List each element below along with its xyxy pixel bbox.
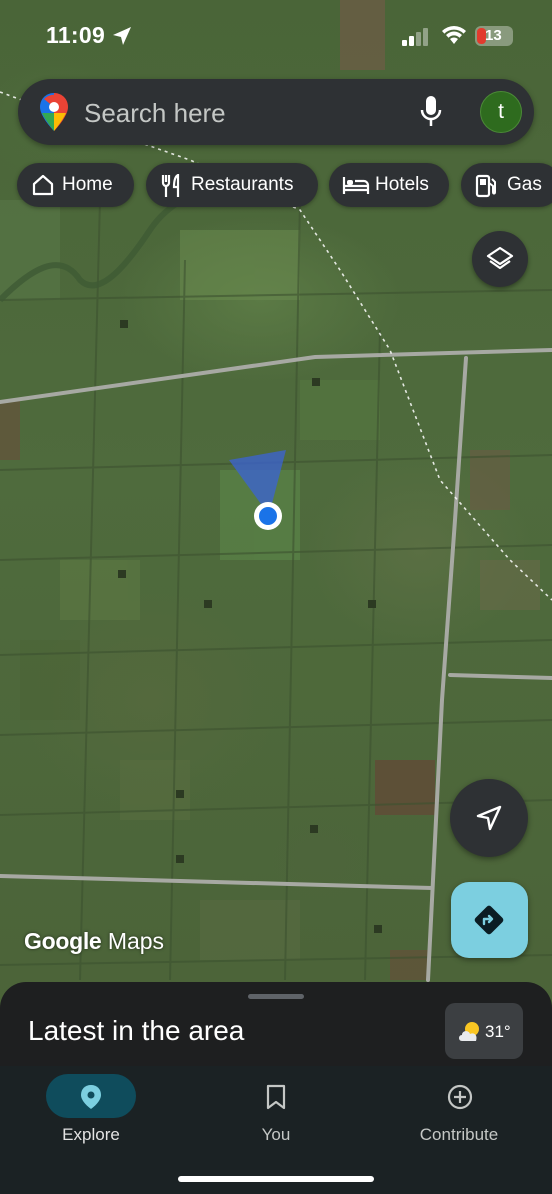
partly-cloudy-icon [459,1022,479,1041]
microphone-icon[interactable] [420,96,442,128]
status-bar: 11:09 13 [0,0,552,72]
google-maps-logo-icon [40,93,68,131]
directions-icon [474,905,504,935]
sheet-title: Latest in the area [28,1015,245,1046]
chip-home-label: Home [62,174,113,195]
navigation-arrow-icon [476,805,502,831]
home-icon [32,174,54,196]
search-input[interactable]: Search here [84,98,226,129]
add-circle-icon [447,1084,473,1110]
layers-button[interactable] [472,231,528,287]
fuel-pump-icon [475,174,496,198]
my-location-button[interactable] [450,779,528,857]
search-bar[interactable]: Search here t [18,79,534,145]
signal-icon [402,28,428,46]
nav-contribute-label: Contribute [419,1125,499,1144]
watermark-product: Maps [107,928,165,954]
fork-knife-icon [161,174,180,197]
location-arrow-icon [113,27,131,45]
nav-contribute[interactable]: Contribute [369,1066,549,1156]
bookmark-icon [266,1084,286,1110]
directions-button[interactable] [451,882,528,958]
battery-icon: 13 [475,26,513,46]
bottom-sheet[interactable]: Latest in the area 31° [0,982,552,1072]
bed-icon [342,177,370,194]
home-indicator[interactable] [178,1176,374,1182]
status-time: 11:09 [46,22,106,48]
weather-badge[interactable]: 31° [445,1003,523,1059]
nav-you[interactable]: You [186,1066,366,1156]
battery-level: 13 [485,27,502,44]
weather-temperature: 31° [485,1022,511,1041]
chip-restaurants[interactable]: Restaurants [146,163,318,207]
chip-home[interactable]: Home [17,163,134,207]
layers-icon [486,246,514,270]
nav-explore[interactable]: Explore [1,1066,181,1156]
wifi-icon [442,26,466,44]
pin-icon [81,1085,101,1109]
chip-gas-label: Gas [507,174,542,195]
bottom-navigation: Explore You Contribute [0,1066,552,1194]
chip-restaurants-label: Restaurants [191,174,294,195]
avatar[interactable]: t [480,91,522,133]
chip-hotels-label: Hotels [375,174,429,195]
chip-gas[interactable]: Gas [461,163,552,207]
nav-you-label: You [261,1125,291,1144]
sheet-drag-handle[interactable] [248,994,304,999]
nav-explore-label: Explore [62,1125,120,1144]
chip-hotels[interactable]: Hotels [329,163,449,207]
google-maps-watermark: Google Maps [24,928,164,955]
watermark-brand: Google [24,928,102,954]
